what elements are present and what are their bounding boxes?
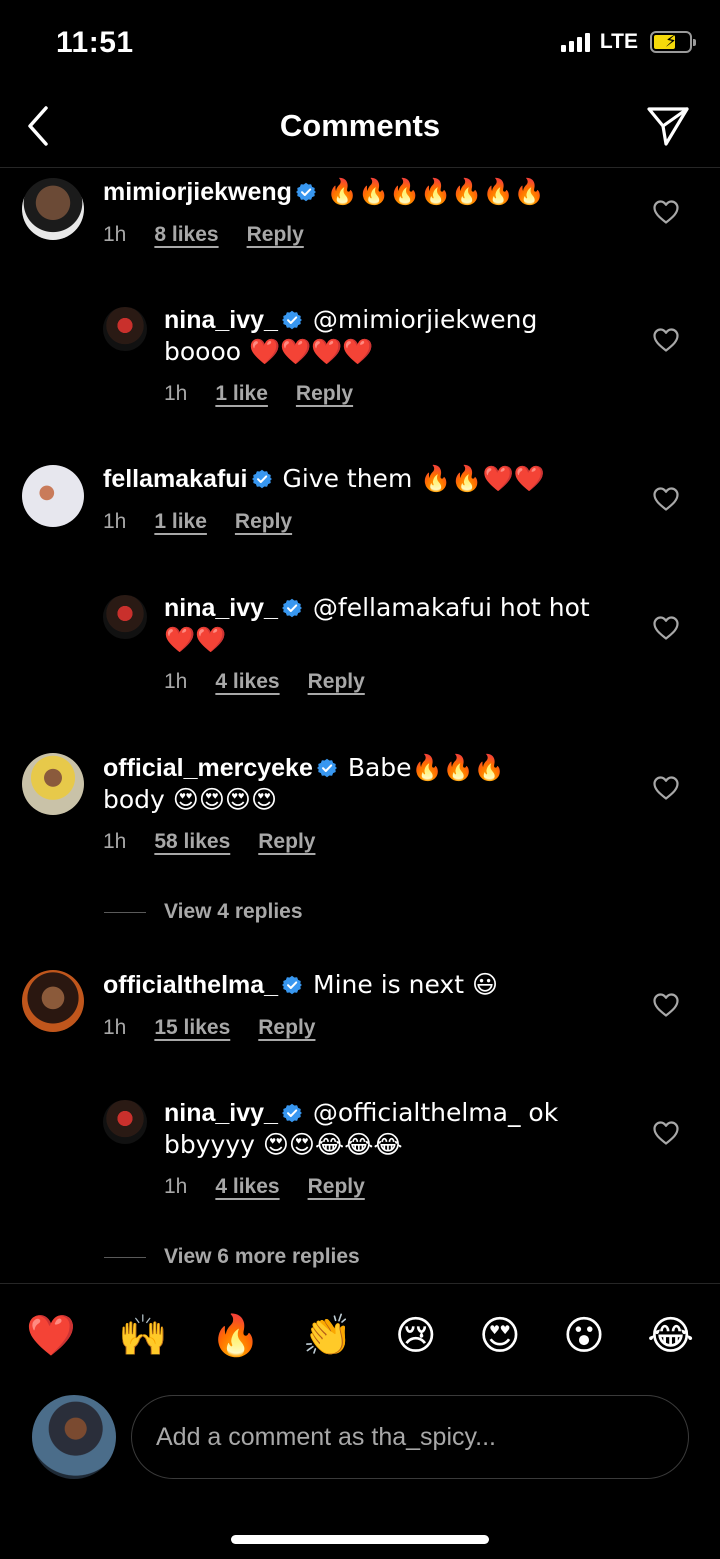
avatar[interactable]	[103, 595, 147, 639]
reply-button[interactable]: Reply	[308, 1175, 365, 1199]
page-title: Comments	[279, 108, 441, 143]
verified-badge-icon	[282, 598, 302, 618]
likes-count[interactable]: 8 likes	[154, 223, 218, 247]
emoji-heart[interactable]: ❤️	[26, 1312, 76, 1359]
direct-share-icon[interactable]	[646, 104, 690, 148]
like-heart-icon[interactable]	[652, 775, 680, 801]
avatar[interactable]	[103, 1100, 147, 1144]
avatar[interactable]	[22, 970, 84, 1032]
emoji-heart-eyes[interactable]: 😍	[479, 1313, 521, 1359]
view-replies-label: View 4 replies	[164, 900, 303, 923]
reply-button[interactable]: Reply	[258, 830, 315, 854]
comment-text: 🔥🔥🔥🔥🔥🔥🔥	[326, 177, 545, 206]
emoji-clap[interactable]: 👏	[303, 1312, 353, 1359]
home-indicator[interactable]	[231, 1535, 489, 1544]
comment-body: official_mercyeke Babe🔥🔥🔥 body 😍😍😍😍	[103, 752, 563, 816]
battery-icon: ⚡	[650, 31, 696, 53]
comment-time: 1h	[103, 223, 127, 246]
emoji-laughing[interactable]: 😂	[647, 1313, 694, 1359]
comment-meta: 1h 4 likes Reply	[164, 670, 365, 694]
comment-input[interactable]	[131, 1395, 689, 1479]
comment-meta: 1h 1 like Reply	[103, 510, 292, 534]
comment-time: 1h	[164, 1175, 188, 1198]
comment-username[interactable]: officialthelma_	[103, 971, 278, 999]
comment-composer	[0, 1393, 720, 1483]
verified-badge-icon	[282, 1103, 302, 1123]
status-time: 11:51	[56, 26, 134, 59]
view-replies-button[interactable]: View 4 replies	[104, 900, 303, 924]
comment-body: mimiorjiekweng 🔥🔥🔥🔥🔥🔥🔥	[103, 176, 623, 208]
network-label: LTE	[599, 30, 638, 53]
comment-username[interactable]: nina_ivy_	[164, 594, 278, 622]
likes-count[interactable]: 1 like	[215, 382, 268, 406]
like-heart-icon[interactable]	[652, 992, 680, 1018]
comment-time: 1h	[103, 510, 127, 533]
comment-text: Mine is next 😃	[313, 970, 499, 999]
comment-meta: 1h 8 likes Reply	[103, 223, 304, 247]
verified-badge-icon	[296, 182, 316, 202]
reply-button[interactable]: Reply	[258, 1016, 315, 1040]
reply-button[interactable]: Reply	[308, 670, 365, 694]
comment-body: fellamakafui Give them 🔥🔥❤️❤️	[103, 463, 623, 495]
status-bar: 11:51 LTE ⚡	[0, 0, 720, 90]
comment-time: 1h	[164, 670, 188, 693]
emoji-surprised[interactable]: 😮	[563, 1313, 605, 1359]
my-avatar[interactable]	[32, 1395, 116, 1479]
comment-username[interactable]: mimiorjiekweng	[103, 178, 292, 206]
comment-body: nina_ivy_ @mimiorjiekweng boooo ❤️❤️❤️❤️	[164, 304, 604, 368]
emoji-crying[interactable]: 😢	[395, 1313, 437, 1359]
likes-count[interactable]: 4 likes	[215, 1175, 279, 1199]
reply-button[interactable]: Reply	[235, 510, 292, 534]
comment-time: 1h	[164, 382, 188, 405]
comment-meta: 1h 1 like Reply	[164, 382, 353, 406]
emoji-fire[interactable]: 🔥	[210, 1312, 260, 1359]
comment-body: nina_ivy_ @officialthelma_ ok bbyyyy 😍😍😂…	[164, 1097, 604, 1161]
comment-body: officialthelma_ Mine is next 😃	[103, 969, 623, 1001]
verified-badge-icon	[282, 310, 302, 330]
view-more-replies-button[interactable]: View 6 more replies	[104, 1245, 360, 1269]
verified-badge-icon	[252, 469, 272, 489]
comment-username[interactable]: nina_ivy_	[164, 1099, 278, 1127]
reply-button[interactable]: Reply	[247, 223, 304, 247]
emoji-quick-bar: ❤️ 🙌 🔥 👏 😢 😍 😮 😂	[0, 1283, 720, 1387]
like-heart-icon[interactable]	[652, 199, 680, 225]
comment-username[interactable]: fellamakafui	[103, 465, 248, 493]
likes-count[interactable]: 15 likes	[154, 1016, 230, 1040]
avatar[interactable]	[103, 307, 147, 351]
comment-time: 1h	[103, 1016, 127, 1039]
avatar[interactable]	[22, 178, 84, 240]
comments-list[interactable]: mimiorjiekweng 🔥🔥🔥🔥🔥🔥🔥 1h 8 likes Reply …	[0, 168, 720, 1282]
comment-meta: 1h 4 likes Reply	[164, 1175, 365, 1199]
like-heart-icon[interactable]	[652, 1120, 680, 1146]
status-indicators: LTE ⚡	[560, 30, 696, 54]
likes-count[interactable]: 58 likes	[154, 830, 230, 854]
comment-time: 1h	[103, 830, 127, 853]
avatar[interactable]	[22, 753, 84, 815]
signal-icon	[560, 32, 590, 52]
likes-count[interactable]: 4 likes	[215, 670, 279, 694]
comment-text: Give them 🔥🔥❤️❤️	[282, 464, 545, 493]
like-heart-icon[interactable]	[652, 327, 680, 353]
emoji-raised-hands[interactable]: 🙌	[118, 1312, 168, 1359]
reply-button[interactable]: Reply	[296, 382, 353, 406]
like-heart-icon[interactable]	[652, 615, 680, 641]
view-replies-label: View 6 more replies	[164, 1245, 360, 1268]
verified-badge-icon	[282, 975, 302, 995]
verified-badge-icon	[317, 758, 337, 778]
avatar[interactable]	[22, 465, 84, 527]
comment-body: nina_ivy_ @fellamakafui hot hot ❤️❤️	[164, 592, 604, 656]
comment-meta: 1h 58 likes Reply	[103, 830, 315, 854]
like-heart-icon[interactable]	[652, 486, 680, 512]
nav-bar: Comments	[0, 90, 720, 168]
comment-username[interactable]: nina_ivy_	[164, 306, 278, 334]
comment-username[interactable]: official_mercyeke	[103, 754, 313, 782]
comment-meta: 1h 15 likes Reply	[103, 1016, 315, 1040]
likes-count[interactable]: 1 like	[154, 510, 207, 534]
